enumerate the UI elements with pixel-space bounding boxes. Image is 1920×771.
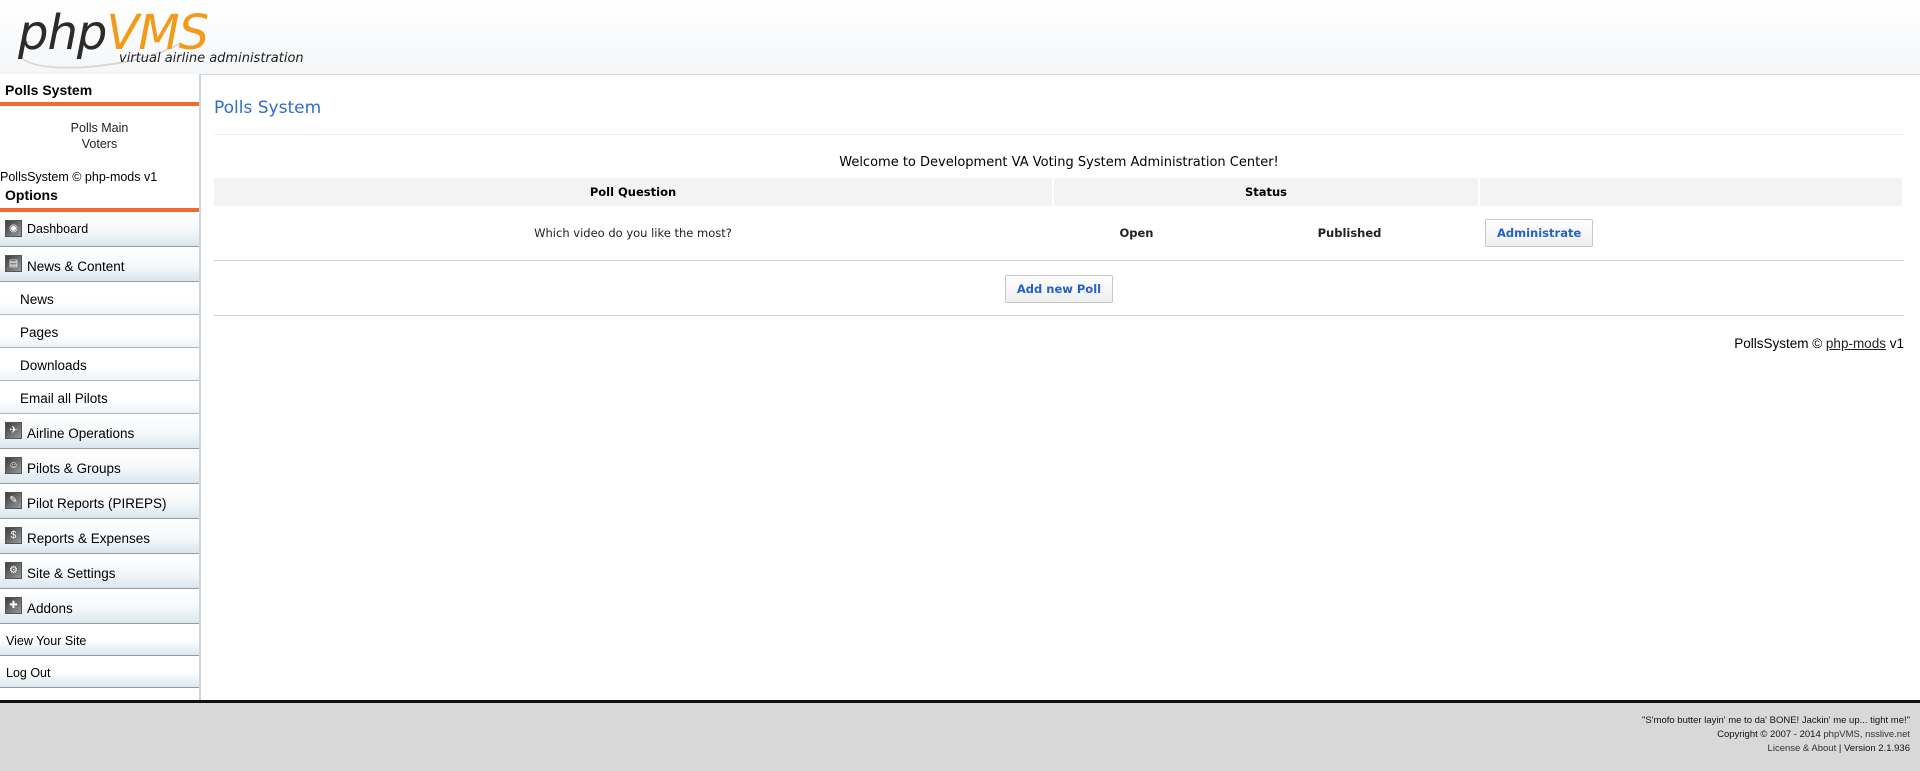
sidebar-item-news-content[interactable]: ▤ News & Content bbox=[0, 247, 199, 282]
footer-text: "S'mofo butter layin' me to da' BONE! Ja… bbox=[1642, 714, 1910, 756]
sidebar-item-email-pilots[interactable]: Email all Pilots bbox=[0, 381, 199, 414]
sidebar-item-label: Downloads bbox=[20, 358, 87, 373]
reports-expenses-icon: $ bbox=[5, 527, 22, 544]
sidebar: Polls System Polls Main Voters PollsSyst… bbox=[0, 74, 201, 700]
sidebar-item-dashboard[interactable]: ◉ Dashboard bbox=[0, 212, 199, 247]
license-about-link[interactable]: License & About bbox=[1768, 743, 1837, 754]
options-heading: Options bbox=[5, 187, 58, 203]
sidebar-item-view-site[interactable]: View Your Site bbox=[0, 624, 199, 656]
sidebar-item-pireps[interactable]: ✎ Pilot Reports (PIREPS) bbox=[0, 484, 199, 519]
polls-system-heading: Polls System bbox=[5, 82, 93, 98]
sidebar-item-airline-operations[interactable]: ✈ Airline Operations bbox=[0, 414, 199, 449]
column-header-actions bbox=[1480, 178, 1902, 206]
column-header-question: Poll Question bbox=[214, 178, 1052, 206]
settings-icon: ⚙ bbox=[5, 562, 22, 579]
sidebar-item-label: News bbox=[20, 292, 54, 307]
phpvms-logo[interactable]: phpVMS virtual airline administration bbox=[14, 4, 314, 78]
sidebar-item-pilots-groups[interactable]: ☺ Pilots & Groups bbox=[0, 449, 199, 484]
welcome-message: Welcome to Development VA Voting System … bbox=[839, 155, 1279, 170]
add-new-poll-button[interactable]: Add new Poll bbox=[1004, 275, 1114, 303]
footer-quote: "S'mofo butter layin' me to da' BONE! Ja… bbox=[1642, 715, 1910, 726]
main-content: Polls System Welcome to Development VA V… bbox=[214, 74, 1904, 354]
polls-table: Poll Question Status Which video do you … bbox=[212, 176, 1904, 260]
sidebar-item-label: News & Content bbox=[27, 259, 125, 274]
sidebar-item-site-settings[interactable]: ⚙ Site & Settings bbox=[0, 554, 199, 589]
polls-links: Polls Main Voters bbox=[0, 106, 199, 154]
logo-tagline: virtual airline administration bbox=[119, 51, 304, 66]
table-header-row: Poll Question Status bbox=[214, 178, 1902, 206]
footer-copyright-links[interactable]: phpVMS, nsslive.net bbox=[1823, 729, 1910, 740]
footer-copyright-prefix: Copyright © 2007 - 2014 bbox=[1717, 729, 1821, 740]
add-poll-container: Add new Poll bbox=[214, 261, 1904, 315]
sidebar-item-addons[interactable]: ✚ Addons bbox=[0, 589, 199, 624]
polls-sidebar-copyright: PollsSystem © php-mods v1 bbox=[0, 170, 158, 184]
sidebar-item-label: Email all Pilots bbox=[20, 391, 108, 406]
table-row: Which video do you like the most? Open P… bbox=[214, 208, 1902, 258]
poll-published: Published bbox=[1317, 226, 1382, 240]
header: phpVMS virtual airline administration bbox=[0, 0, 1920, 78]
addons-icon: ✚ bbox=[5, 597, 22, 614]
php-mods-link[interactable]: php-mods bbox=[1826, 336, 1886, 351]
title-divider bbox=[214, 134, 1904, 135]
copyright-suffix: v1 bbox=[1889, 336, 1904, 351]
dashboard-icon: ◉ bbox=[5, 220, 22, 237]
sidebar-item-reports-expenses[interactable]: $ Reports & Expenses bbox=[0, 519, 199, 554]
sidebar-item-label: Dashboard bbox=[27, 222, 89, 236]
sidebar-item-label: Airline Operations bbox=[27, 426, 135, 441]
administrate-button[interactable]: Administrate bbox=[1485, 219, 1594, 247]
poll-question: Which video do you like the most? bbox=[534, 226, 732, 240]
voters-link[interactable]: Voters bbox=[0, 136, 199, 152]
poll-status: Open bbox=[1119, 226, 1154, 240]
news-content-icon: ▤ bbox=[5, 255, 22, 272]
sidebar-item-label: Addons bbox=[27, 601, 73, 616]
sidebar-item-label: Reports & Expenses bbox=[27, 531, 151, 546]
sidebar-item-label: Pilots & Groups bbox=[27, 461, 121, 476]
polls-main-link[interactable]: Polls Main bbox=[0, 120, 199, 136]
airline-operations-icon: ✈ bbox=[5, 422, 22, 439]
copyright-prefix: PollsSystem © bbox=[1734, 336, 1823, 351]
footer: "S'mofo butter layin' me to da' BONE! Ja… bbox=[0, 700, 1920, 771]
footer-separator: | bbox=[1838, 743, 1842, 754]
pireps-icon: ✎ bbox=[5, 492, 22, 509]
poll-actions-cell: Administrate bbox=[1480, 208, 1902, 258]
sidebar-item-downloads[interactable]: Downloads bbox=[0, 348, 199, 381]
sidebar-item-pages[interactable]: Pages bbox=[0, 315, 199, 348]
pilots-groups-icon: ☺ bbox=[5, 457, 22, 474]
sidebar-item-label: Pages bbox=[20, 325, 59, 340]
sidebar-item-label: Pilot Reports (PIREPS) bbox=[27, 496, 167, 511]
sidebar-item-log-out[interactable]: Log Out bbox=[0, 656, 199, 688]
sidebar-item-news[interactable]: News bbox=[0, 282, 199, 315]
sidebar-item-label: View Your Site bbox=[6, 634, 87, 648]
footer-version-line: License & About | Version 2.1.936 bbox=[1642, 742, 1910, 756]
page-title: Polls System bbox=[214, 98, 322, 118]
footer-copyright: Copyright © 2007 - 2014 phpVMS, nsslive.… bbox=[1642, 728, 1910, 742]
footer-version: Version 2.1.936 bbox=[1843, 743, 1910, 754]
polls-copyright: PollsSystem © php-mods v1 bbox=[214, 316, 1904, 354]
sidebar-item-label: Log Out bbox=[6, 666, 51, 680]
sidebar-item-label: Site & Settings bbox=[27, 566, 116, 581]
column-header-status: Status bbox=[1054, 178, 1478, 206]
